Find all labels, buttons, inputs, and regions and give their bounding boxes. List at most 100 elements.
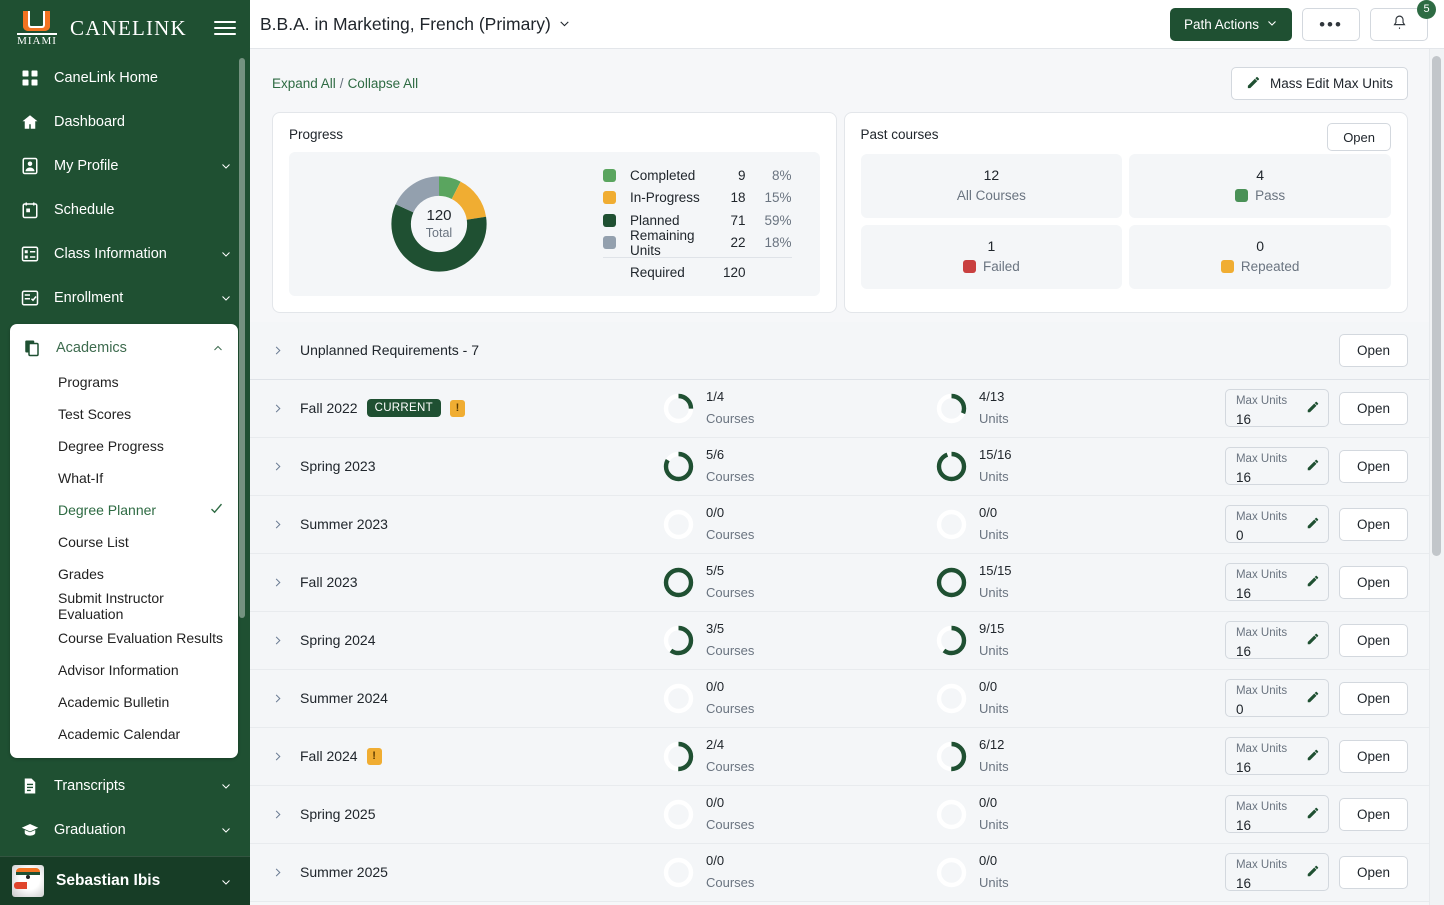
- sidebar-item-class-information[interactable]: Class Information: [0, 232, 250, 276]
- term-open-button[interactable]: Open: [1338, 391, 1408, 425]
- chevron-right-icon[interactable]: [272, 809, 300, 820]
- term-courses-metric: 1/4 Courses: [662, 386, 754, 429]
- courses-label: Courses: [706, 643, 755, 658]
- term-open-button[interactable]: Open: [1338, 797, 1408, 831]
- past-courses-open-button[interactable]: Open: [1327, 123, 1391, 151]
- sidebar-item-enrollment[interactable]: Enrollment: [0, 276, 250, 320]
- term-open-button[interactable]: Open: [1338, 739, 1408, 773]
- term-row[interactable]: Spring 2024 3/5 Courses 9/15 Units Max Units 1…: [250, 611, 1430, 670]
- sidebar-subitem-degree-planner[interactable]: Degree Planner: [10, 494, 238, 526]
- pencil-icon[interactable]: [1306, 400, 1320, 419]
- notification-badge: 5: [1417, 0, 1436, 19]
- sidebar-item-label: Dashboard: [54, 114, 125, 130]
- max-units-value: 16: [1235, 411, 1251, 427]
- path-actions-button[interactable]: Path Actions: [1169, 7, 1292, 41]
- main-scrollbar-thumb[interactable]: [1432, 56, 1441, 556]
- term-rows-container: Fall 2022 CURRENT! 1/4 Courses 4/13 Units Max …: [250, 379, 1430, 902]
- term-open-button[interactable]: Open: [1338, 855, 1408, 889]
- chevron-right-icon[interactable]: [272, 635, 300, 646]
- term-row[interactable]: Fall 2023 5/5 Courses 15/15 Units Max Units 16…: [250, 553, 1430, 612]
- term-row[interactable]: Fall 2024! 2/4 Courses 6/12 Units Max Units 16…: [250, 727, 1430, 786]
- mass-edit-max-units-button[interactable]: Mass Edit Max Units: [1230, 67, 1408, 100]
- more-options-button[interactable]: •••: [1302, 7, 1360, 41]
- chevron-right-icon[interactable]: [272, 693, 300, 704]
- pencil-icon[interactable]: [1306, 690, 1320, 709]
- pencil-icon[interactable]: [1306, 516, 1320, 535]
- term-row[interactable]: Fall 2022 CURRENT! 1/4 Courses 4/13 Units Max …: [250, 379, 1430, 438]
- hamburger-menu-icon[interactable]: [214, 17, 236, 39]
- sidebar-subitem-what-if[interactable]: What-If: [10, 462, 238, 494]
- sidebar-subitem-advisor-information[interactable]: Advisor Information: [10, 654, 238, 686]
- sidebar-scrollbar[interactable]: [239, 58, 245, 618]
- term-open-button[interactable]: Open: [1338, 681, 1408, 715]
- sidebar-item-graduation[interactable]: Graduation: [0, 808, 250, 852]
- max-units-field[interactable]: Max Units 0: [1224, 679, 1329, 717]
- term-row[interactable]: Spring 2023 5/6 Courses 15/16 Units Max Units…: [250, 437, 1430, 496]
- progress-chart-area: 120 Total Completed 9 8% In-Progress 18 …: [289, 152, 820, 296]
- chevron-right-icon[interactable]: [272, 345, 300, 356]
- pencil-icon[interactable]: [1306, 806, 1320, 825]
- pencil-icon[interactable]: [1306, 748, 1320, 767]
- sidebar-item-label: Graduation: [54, 822, 126, 838]
- sidebar-subitem-degree-progress[interactable]: Degree Progress: [10, 430, 238, 462]
- term-row[interactable]: Summer 2024 0/0 Courses 0/0 Units Max Units 0 O…: [250, 669, 1430, 728]
- term-open-button[interactable]: Open: [1338, 507, 1408, 541]
- courses-value: 1/4: [706, 389, 725, 405]
- mass-edit-label: Mass Edit Max Units: [1269, 76, 1393, 91]
- expand-all-link[interactable]: Expand All: [272, 76, 336, 91]
- max-units-field[interactable]: Max Units 16: [1224, 795, 1329, 833]
- collapse-all-link[interactable]: Collapse All: [348, 76, 419, 91]
- pencil-icon[interactable]: [1306, 574, 1320, 593]
- content-toolbar: Expand All / Collapse All Mass Edit Max Un…: [250, 49, 1430, 112]
- unplanned-open-button[interactable]: Open: [1338, 333, 1408, 367]
- failed-swatch: [962, 260, 976, 273]
- sidebar-subitem-submit-instructor-evaluation[interactable]: Submit Instructor Evaluation: [10, 590, 238, 622]
- term-open-button[interactable]: Open: [1338, 449, 1408, 483]
- sidebar-subitem-course-list[interactable]: Course List: [10, 526, 238, 558]
- sidebar-item-schedule[interactable]: Schedule: [0, 188, 250, 232]
- chevron-right-icon[interactable]: [272, 403, 300, 414]
- max-units-field[interactable]: Max Units 16: [1224, 389, 1329, 427]
- max-units-field[interactable]: Max Units 16: [1224, 853, 1329, 891]
- max-units-field[interactable]: Max Units 0: [1224, 505, 1329, 543]
- sidebar-subitem-academic-calendar[interactable]: Academic Calendar: [10, 718, 238, 750]
- chevron-right-icon[interactable]: [272, 751, 300, 762]
- past-tile-label: Pass: [1255, 188, 1286, 203]
- sidebar-user-menu[interactable]: Sebastian Ibis: [0, 856, 250, 905]
- max-units-field[interactable]: Max Units 16: [1224, 737, 1329, 775]
- pencil-icon[interactable]: [1306, 632, 1320, 651]
- page-title-dropdown[interactable]: B.B.A. in Marketing, French (Primary): [260, 14, 571, 35]
- sidebar-subitem-course-evaluation-results[interactable]: Course Evaluation Results: [10, 622, 238, 654]
- term-row[interactable]: Spring 2025 0/0 Courses 0/0 Units Max Units 16…: [250, 785, 1430, 844]
- legend-value: 9: [737, 167, 746, 183]
- term-row[interactable]: Summer 2025 0/0 Courses 0/0 Units Max Units 16…: [250, 843, 1430, 902]
- sidebar-item-academics[interactable]: Academics: [10, 330, 238, 366]
- sidebar-subitem-programs[interactable]: Programs: [10, 366, 238, 398]
- sidebar-item-canelink-home[interactable]: CaneLink Home: [0, 56, 250, 100]
- max-units-value: 16: [1235, 469, 1251, 485]
- term-open-button[interactable]: Open: [1338, 623, 1408, 657]
- pencil-icon[interactable]: [1306, 864, 1320, 883]
- sidebar-item-transcripts[interactable]: Transcripts: [0, 764, 250, 808]
- topbar-actions: Path Actions ••• 5: [1169, 0, 1436, 41]
- term-units-metric: 0/0 Units: [935, 676, 1009, 719]
- sidebar-subitem-grades[interactable]: Grades: [10, 558, 238, 590]
- term-row[interactable]: Summer 2023 0/0 Courses 0/0 Units Max Units 0 O…: [250, 495, 1430, 554]
- chevron-right-icon[interactable]: [272, 867, 300, 878]
- chevron-right-icon[interactable]: [272, 577, 300, 588]
- sidebar-subitem-test-scores[interactable]: Test Scores: [10, 398, 238, 430]
- max-units-field[interactable]: Max Units 16: [1224, 563, 1329, 601]
- chevron-up-icon: [212, 342, 224, 354]
- sidebar-subitem-academic-bulletin[interactable]: Academic Bulletin: [10, 686, 238, 718]
- progress-card-title: Progress: [289, 127, 344, 142]
- max-units-field[interactable]: Max Units 16: [1224, 621, 1329, 659]
- pencil-icon[interactable]: [1306, 458, 1320, 477]
- notifications-button[interactable]: 5: [1370, 0, 1436, 41]
- max-units-field[interactable]: Max Units 16: [1224, 447, 1329, 485]
- sidebar-item-my-profile[interactable]: My Profile: [0, 144, 250, 188]
- sidebar-item-dashboard[interactable]: Dashboard: [0, 100, 250, 144]
- term-open-button[interactable]: Open: [1338, 565, 1408, 599]
- chevron-right-icon[interactable]: [272, 461, 300, 472]
- chevron-right-icon[interactable]: [272, 519, 300, 530]
- unplanned-requirements-row[interactable]: Unplanned Requirements - 7 Open: [250, 321, 1430, 380]
